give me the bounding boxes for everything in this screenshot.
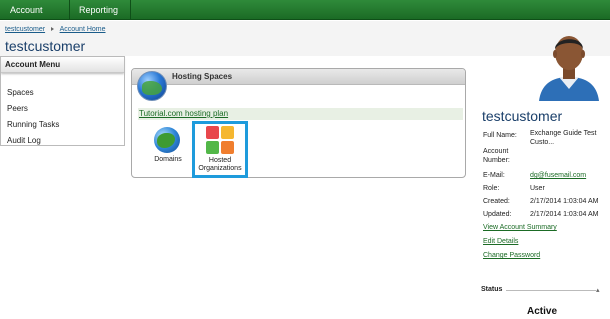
globe-icon [137, 71, 167, 101]
status-title: Status [481, 286, 503, 293]
page-title: testcustomer [5, 38, 86, 54]
hosting-spaces-panel: Hosting Spaces Tutorial.com hosting plan… [131, 68, 466, 178]
top-nav-bar: Account Home Reporting [0, 0, 610, 35]
hosting-plan-link[interactable]: Tutorial.com hosting plan [139, 109, 228, 118]
hosted-organizations-tile-label: Hosted Organizations [198, 157, 242, 172]
account-number-label: Account Number: [483, 148, 510, 164]
account-menu-title: Account Menu [1, 57, 124, 73]
email-label: E-Mail: [483, 172, 505, 179]
role-label: Role: [483, 185, 500, 192]
updated-value: 2/17/2014 1:03:04 AM [530, 211, 599, 218]
account-name: testcustomer [482, 108, 563, 124]
full-name-label: Full Name: [483, 132, 517, 139]
domains-tile-label: Domains [154, 156, 182, 163]
avatar [539, 36, 599, 101]
nav-reporting-label: Reporting [79, 5, 119, 15]
menu-item-audit-log[interactable]: Audit Log [1, 133, 124, 149]
breadcrumb: testcustomer Account Home [5, 26, 106, 33]
status-divider [506, 290, 596, 291]
hosting-spaces-title: Hosting Spaces [172, 72, 233, 81]
created-label: Created: [483, 198, 510, 205]
menu-item-spaces[interactable]: Spaces [1, 85, 124, 101]
change-password-link[interactable]: Change Password [483, 252, 540, 259]
full-name-value: Exchange Guide Test Custo... [530, 130, 597, 146]
view-account-summary-link[interactable]: View Account Summary [483, 224, 557, 231]
breadcrumb-link-account-home[interactable]: Account Home [60, 26, 106, 33]
updated-label: Updated: [483, 211, 512, 218]
collapse-icon[interactable]: ▴ [596, 286, 600, 294]
organizations-grid-icon [206, 126, 234, 154]
globe-icon [154, 127, 180, 153]
menu-item-peers[interactable]: Peers [1, 101, 124, 117]
breadcrumb-link-customer[interactable]: testcustomer [5, 26, 45, 33]
domains-tile[interactable]: Domains [142, 123, 194, 178]
breadcrumb-separator-icon [51, 27, 55, 32]
menu-item-running-tasks[interactable]: Running Tasks [1, 117, 124, 133]
nav-account-home[interactable]: Account Home [2, 0, 70, 35]
role-value: User [530, 185, 545, 192]
nav-reporting-menu[interactable]: Reporting [71, 0, 131, 33]
created-value: 2/17/2014 1:03:04 AM [530, 198, 599, 205]
status-value: Active [527, 306, 558, 317]
account-menu: Account Menu Spaces Peers Running Tasks … [0, 56, 125, 146]
edit-details-link[interactable]: Edit Details [483, 238, 518, 245]
email-link[interactable]: dg@fusemail.com [530, 171, 606, 180]
hosted-organizations-tile[interactable]: Hosted Organizations [192, 121, 248, 178]
